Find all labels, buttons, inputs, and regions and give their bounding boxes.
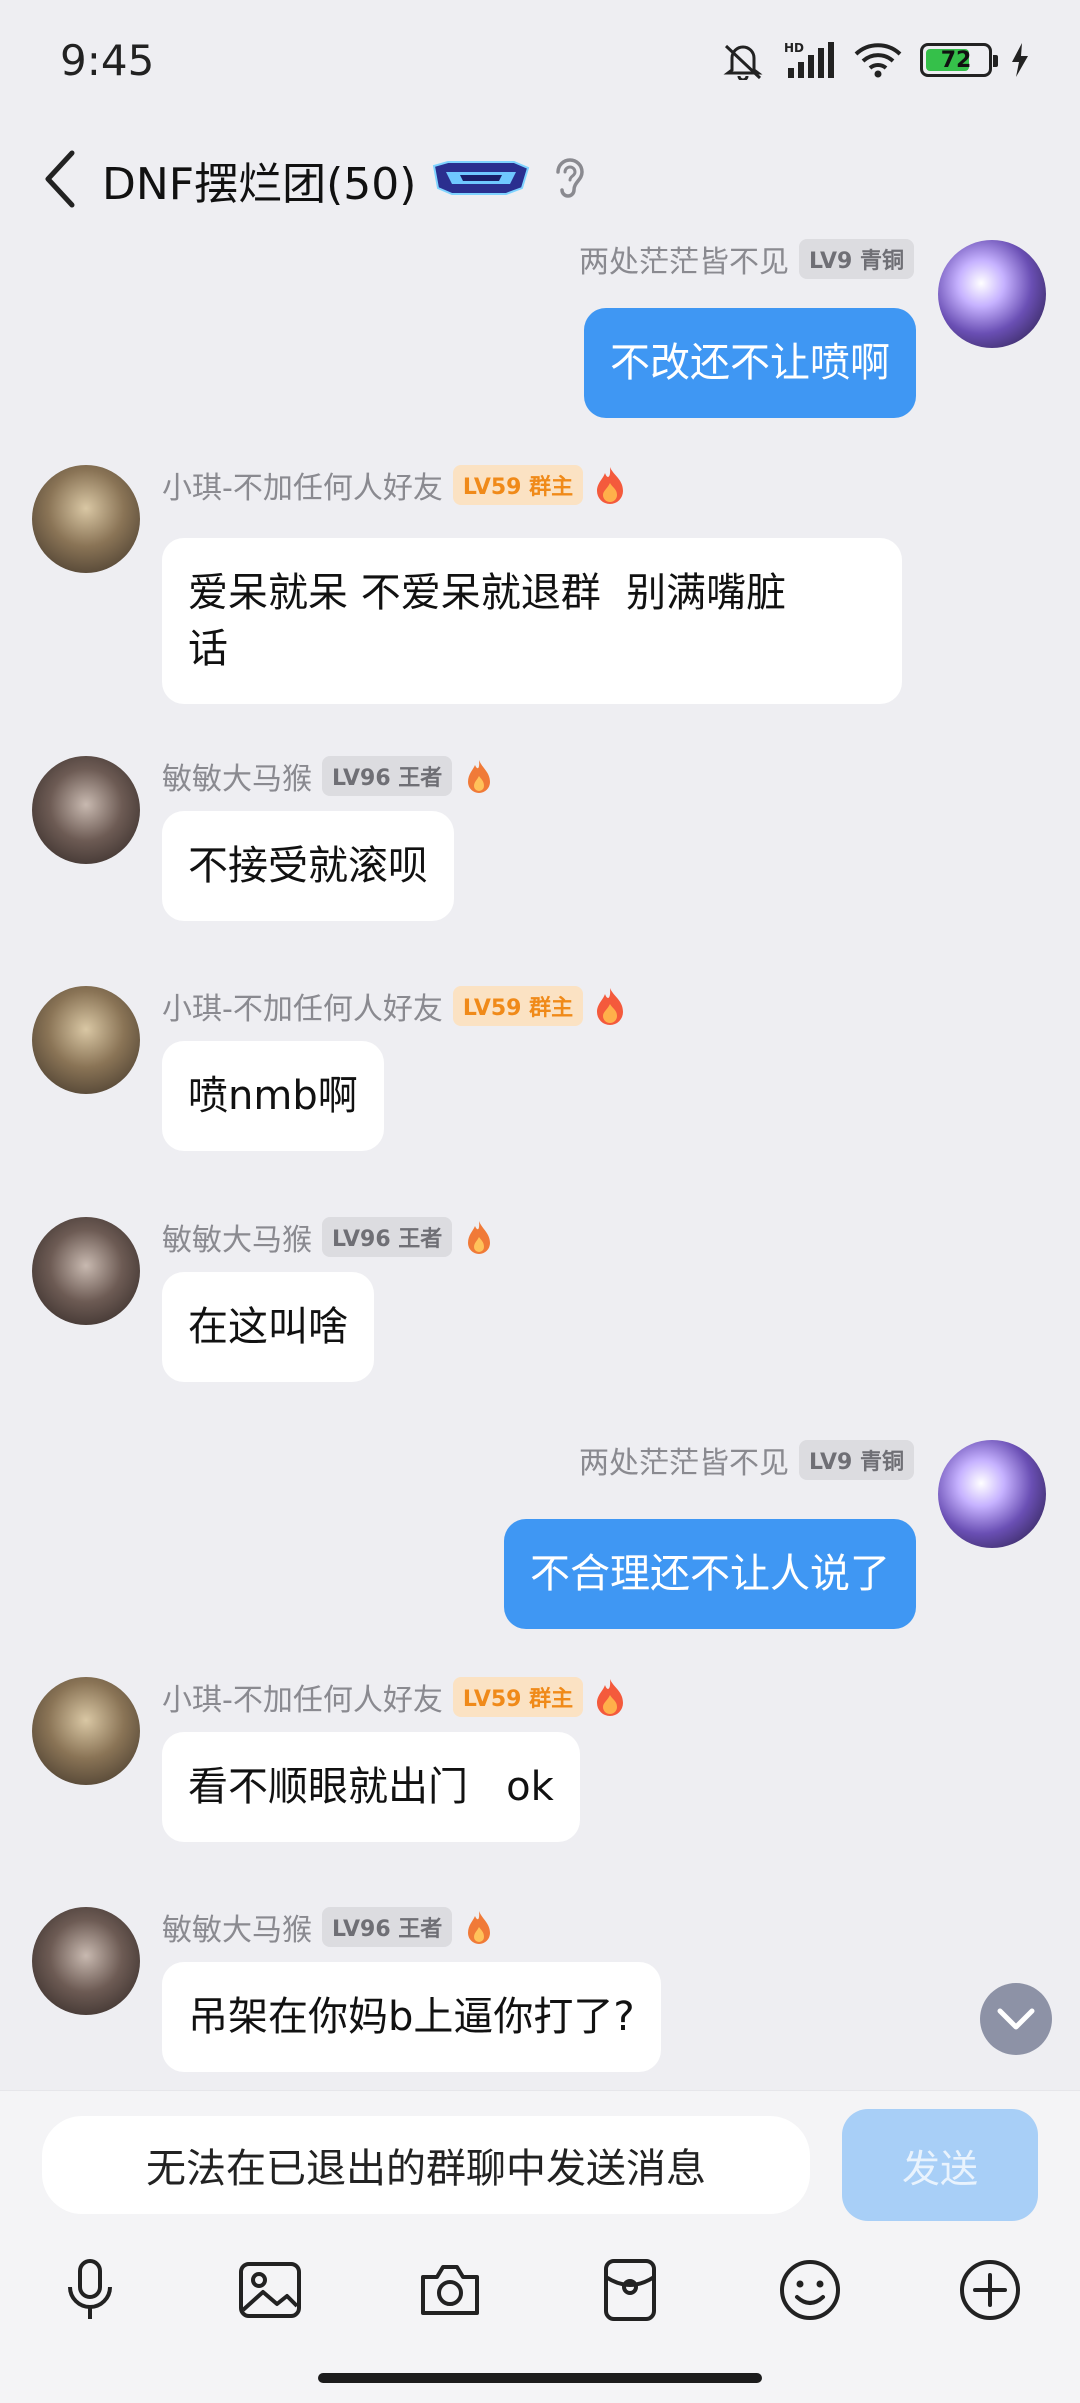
camera-icon (421, 2265, 479, 2315)
sender-name[interactable]: 敏敏大马猴 (162, 1905, 312, 1949)
level-badge: LV96 王者 (322, 756, 453, 796)
sender-name[interactable]: 小琪-不加任何人好友 (162, 984, 443, 1028)
chevron-down-icon (997, 2008, 1035, 2030)
message-bubble[interactable]: 吊架在你妈b上逼你打了? (162, 1962, 661, 2072)
level-badge: LV9 青铜 (799, 1440, 914, 1480)
message-item: 敏敏大马猴 LV96 王者 吊架在你妈b上逼你打了? (0, 1907, 1080, 2090)
battery-indicator: 72 (920, 43, 998, 77)
sender-name[interactable]: 小琪-不加任何人好友 (162, 463, 443, 507)
group-game-badge-icon (432, 161, 530, 195)
more-button[interactable] (954, 2254, 1026, 2326)
owner-level-badge: LV59 群主 (452, 1677, 584, 1717)
sender-info: 小琪-不加任何人好友 LV59 群主 (162, 463, 627, 507)
sender-info: 敏敏大马猴 LV96 王者 (162, 1905, 496, 1949)
sender-info: 敏敏大马猴 LV96 王者 (162, 1215, 496, 1259)
group-title[interactable]: DNF摆烂团(50) (102, 148, 416, 212)
level-badge: LV9 青铜 (799, 239, 914, 279)
message-bubble[interactable]: 看不顺眼就出门 ok (162, 1732, 580, 1842)
input-bar: 无法在已退出的群聊中发送消息 发送 (0, 2090, 1080, 2240)
owner-level-badge: LV59 群主 (452, 986, 584, 1026)
sender-info: 小琪-不加任何人好友 LV59 群主 (162, 984, 627, 1028)
message-item: 小琪-不加任何人好友 LV59 群主 爱呆就呆 不爱呆就退群 别满嘴脏 话 (0, 465, 1080, 705)
sender-info: 两处茫茫皆不见 LV9 青铜 (579, 1438, 914, 1482)
send-button: 发送 (842, 2109, 1038, 2221)
level-badge: LV96 王者 (322, 1907, 453, 1947)
status-icons: HD 72 (720, 40, 1030, 80)
message-bubble[interactable]: 在这叫啥 (162, 1272, 374, 1382)
avatar[interactable] (32, 465, 140, 573)
bottom-safe-area (0, 2340, 1080, 2403)
fire-icon (597, 1679, 624, 1716)
emoji-icon (780, 2260, 840, 2320)
message-list[interactable]: 两处茫茫皆不见 LV9 青铜 不改还不让喷啊 小琪-不加任何人好友 LV59 群… (0, 230, 1080, 2090)
avatar[interactable] (32, 1677, 140, 1785)
sender-name[interactable]: 敏敏大马猴 (162, 1215, 312, 1259)
sender-name[interactable]: 小琪-不加任何人好友 (162, 1675, 443, 1719)
message-item: 小琪-不加任何人好友 LV59 群主 喷nmb啊 (0, 986, 1080, 1166)
message-bubble[interactable]: 不合理还不让人说了 (504, 1519, 916, 1629)
owner-level-badge: LV59 群主 (452, 465, 584, 505)
message-item: 两处茫茫皆不见 LV9 青铜 不改还不让喷啊 (0, 230, 1080, 430)
message-item: 敏敏大马猴 LV96 王者 不接受就滚呗 (0, 756, 1080, 936)
wifi-icon (854, 43, 902, 78)
ear-icon[interactable] (548, 154, 588, 200)
message-item: 两处茫茫皆不见 LV9 青铜 不合理还不让人说了 (0, 1440, 1080, 1640)
image-button[interactable] (234, 2254, 306, 2326)
avatar[interactable] (32, 1217, 140, 1325)
level-badge: LV96 王者 (322, 1217, 453, 1257)
message-item: 小琪-不加任何人好友 LV59 群主 看不顺眼就出门 ok (0, 1677, 1080, 1857)
fire-icon (597, 988, 624, 1025)
image-icon (239, 2262, 301, 2318)
message-bubble[interactable]: 爱呆就呆 不爱呆就退群 别满嘴脏 话 (162, 538, 902, 704)
fire-icon (468, 1911, 491, 1944)
signal-icon: HD (784, 41, 834, 78)
chat-header: DNF摆烂团(50) (0, 130, 1080, 230)
sender-name[interactable]: 两处茫茫皆不见 (579, 1438, 789, 1482)
home-indicator[interactable] (318, 2373, 762, 2383)
mute-bell-icon (723, 44, 763, 80)
avatar[interactable] (32, 986, 140, 1094)
message-bubble[interactable]: 不接受就滚呗 (162, 811, 454, 921)
avatar[interactable] (32, 1907, 140, 2015)
svg-text:HD: HD (784, 41, 804, 55)
red-packet-icon (604, 2259, 656, 2321)
fire-icon (597, 467, 624, 504)
message-input-disabled: 无法在已退出的群聊中发送消息 (42, 2116, 810, 2214)
back-button[interactable] (30, 144, 90, 214)
status-bar: 9:45 HD 72 (0, 0, 1080, 130)
avatar[interactable] (938, 1440, 1046, 1548)
status-time: 9:45 (60, 36, 155, 85)
red-packet-button[interactable] (594, 2254, 666, 2326)
emoji-button[interactable] (774, 2254, 846, 2326)
fire-icon (468, 1221, 491, 1254)
message-bubble[interactable]: 喷nmb啊 (162, 1041, 384, 1151)
sender-info: 敏敏大马猴 LV96 王者 (162, 754, 496, 798)
camera-button[interactable] (414, 2254, 486, 2326)
sender-info: 小琪-不加任何人好友 LV59 群主 (162, 1675, 627, 1719)
voice-button[interactable] (54, 2254, 126, 2326)
avatar[interactable] (938, 240, 1046, 348)
input-toolbar (0, 2240, 1080, 2340)
scroll-to-bottom-button[interactable] (980, 1983, 1052, 2055)
sender-info: 两处茫茫皆不见 LV9 青铜 (579, 237, 914, 281)
plus-icon (960, 2260, 1020, 2320)
sender-name[interactable]: 两处茫茫皆不见 (579, 237, 789, 281)
battery-level: 72 (940, 47, 972, 73)
fire-icon (468, 760, 491, 793)
avatar[interactable] (32, 756, 140, 864)
chevron-left-icon (45, 150, 75, 208)
sender-name[interactable]: 敏敏大马猴 (162, 754, 312, 798)
message-item: 敏敏大马猴 LV96 王者 在这叫啥 (0, 1217, 1080, 1397)
microphone-icon (68, 2259, 112, 2319)
message-bubble[interactable]: 不改还不让喷啊 (584, 308, 916, 418)
charging-icon (1012, 43, 1028, 77)
